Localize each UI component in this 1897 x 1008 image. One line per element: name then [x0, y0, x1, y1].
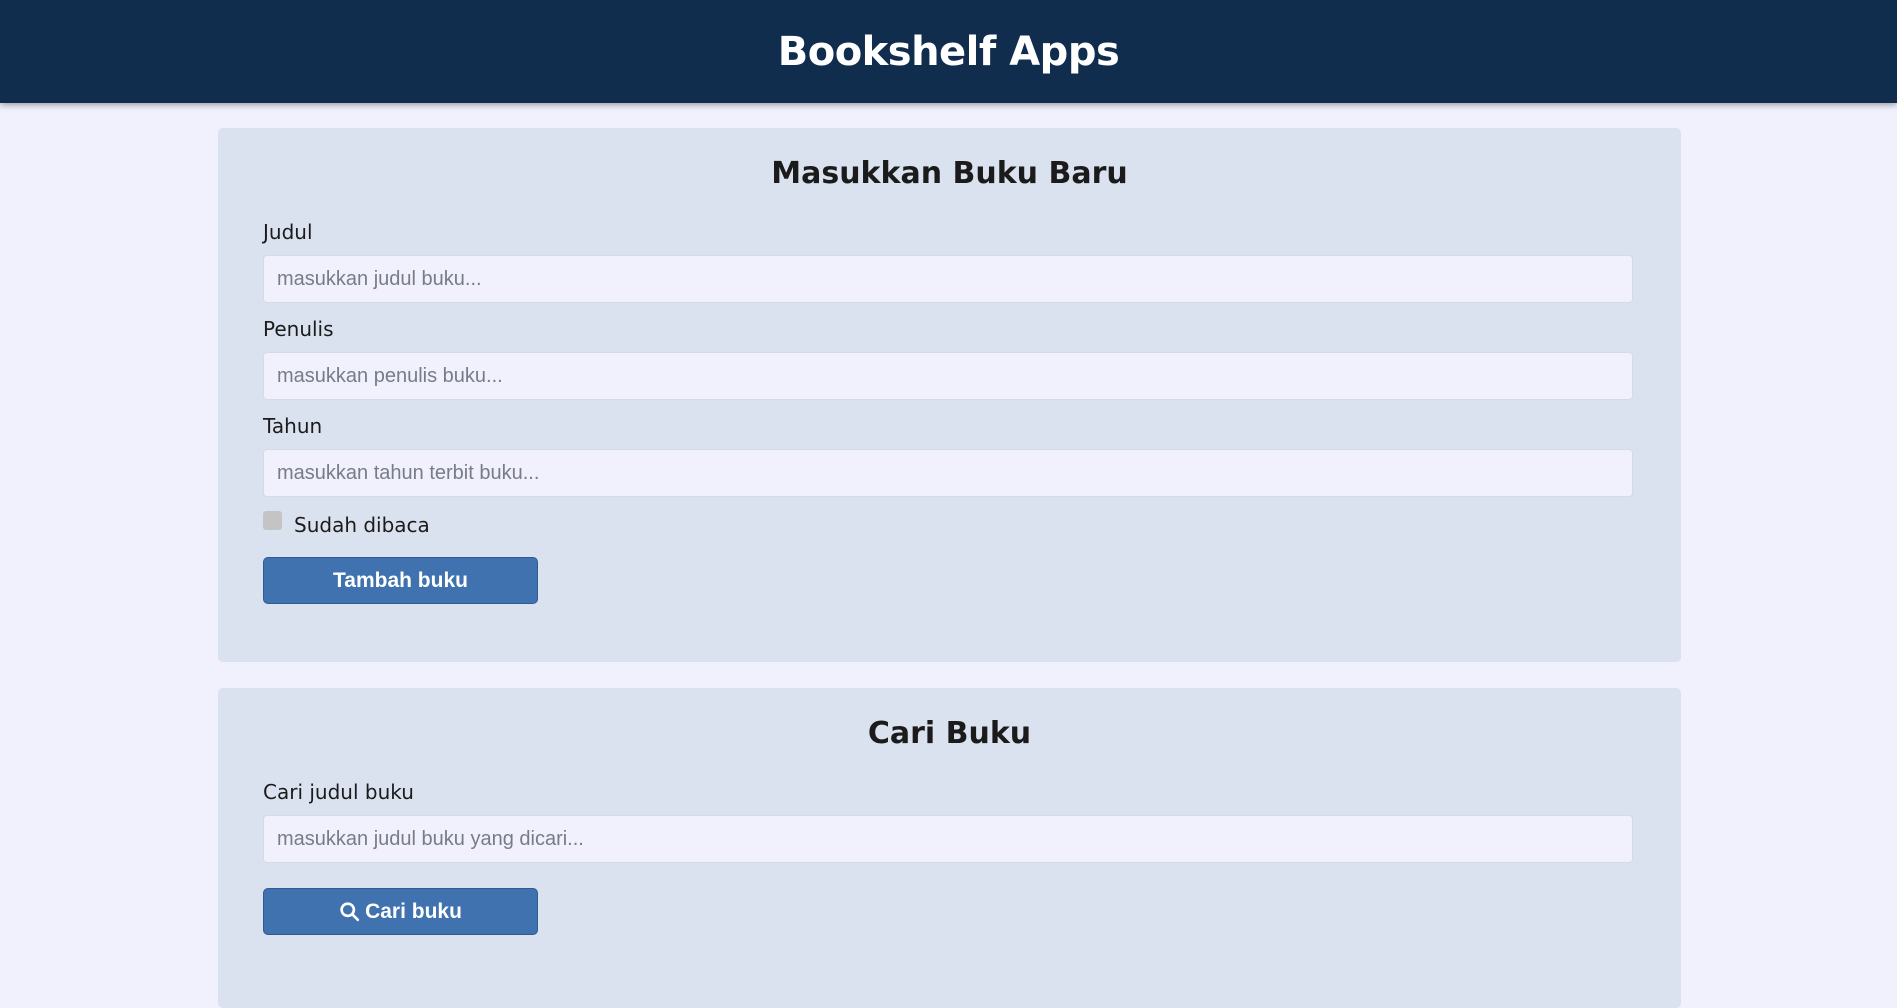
add-book-button-label: Tambah buku [333, 568, 468, 592]
search-label: Cari judul buku [263, 780, 414, 804]
app-header: Bookshelf Apps [0, 0, 1897, 103]
app-title: Bookshelf Apps [777, 28, 1120, 75]
search-book-button[interactable]: Cari buku [263, 888, 538, 935]
add-book-button[interactable]: Tambah buku [263, 557, 538, 604]
author-label: Penulis [263, 317, 334, 341]
search-title-input[interactable] [263, 815, 1633, 863]
search-icon [339, 901, 360, 922]
search-book-title: Cari Buku [867, 716, 1032, 751]
search-book-button-label: Cari buku [365, 899, 462, 923]
add-book-title: Masukkan Buku Baru [771, 156, 1128, 191]
is-complete-checkbox[interactable] [263, 511, 282, 530]
year-label: Tahun [263, 414, 323, 438]
is-complete-label[interactable]: Sudah dibaca [294, 513, 430, 537]
book-year-input[interactable] [263, 449, 1633, 497]
book-author-input[interactable] [263, 352, 1633, 400]
book-title-input[interactable] [263, 255, 1633, 303]
add-book-section: Masukkan Buku Baru Judul Penulis Tahun S… [218, 128, 1681, 662]
title-label: Judul [263, 220, 313, 244]
search-book-section: Cari Buku Cari judul buku Cari buku [218, 688, 1681, 1008]
